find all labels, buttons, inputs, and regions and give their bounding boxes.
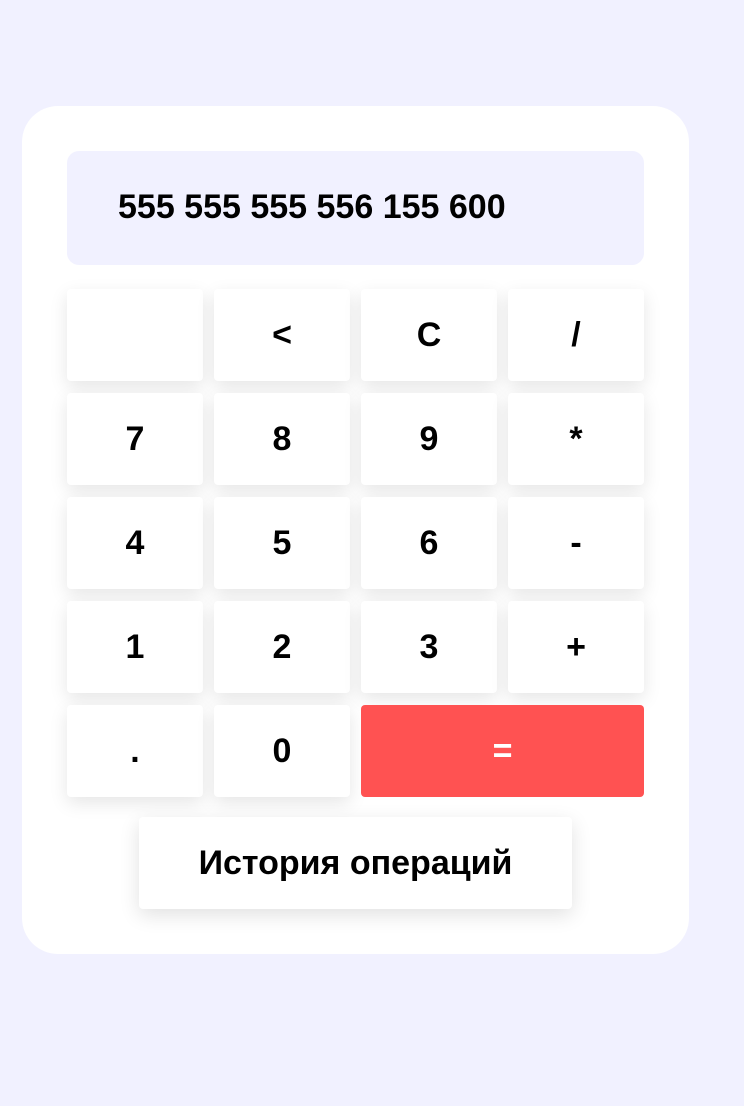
backspace-button[interactable]: < <box>214 289 350 381</box>
equals-button[interactable]: = <box>361 705 644 797</box>
keypad: < C / 7 8 9 * 4 5 6 - 1 2 3 + . 0 = <box>67 289 644 797</box>
clear-button[interactable]: C <box>361 289 497 381</box>
digit-3-button[interactable]: 3 <box>361 601 497 693</box>
display-value: 555 555 555 556 155 600 <box>118 188 506 226</box>
digit-9-button[interactable]: 9 <box>361 393 497 485</box>
digit-6-button[interactable]: 6 <box>361 497 497 589</box>
add-button[interactable]: + <box>508 601 644 693</box>
multiply-button[interactable]: * <box>508 393 644 485</box>
calculator-panel: 555 555 555 556 155 600 < C / 7 8 9 * 4 … <box>22 106 689 954</box>
history-button[interactable]: История операций <box>139 817 572 909</box>
digit-7-button[interactable]: 7 <box>67 393 203 485</box>
digit-0-button[interactable]: 0 <box>214 705 350 797</box>
digit-8-button[interactable]: 8 <box>214 393 350 485</box>
decimal-point-button[interactable]: . <box>67 705 203 797</box>
divide-button[interactable]: / <box>508 289 644 381</box>
digit-2-button[interactable]: 2 <box>214 601 350 693</box>
calculator-display: 555 555 555 556 155 600 <box>67 151 644 265</box>
digit-1-button[interactable]: 1 <box>67 601 203 693</box>
blank-key[interactable] <box>67 289 203 381</box>
digit-4-button[interactable]: 4 <box>67 497 203 589</box>
subtract-button[interactable]: - <box>508 497 644 589</box>
digit-5-button[interactable]: 5 <box>214 497 350 589</box>
